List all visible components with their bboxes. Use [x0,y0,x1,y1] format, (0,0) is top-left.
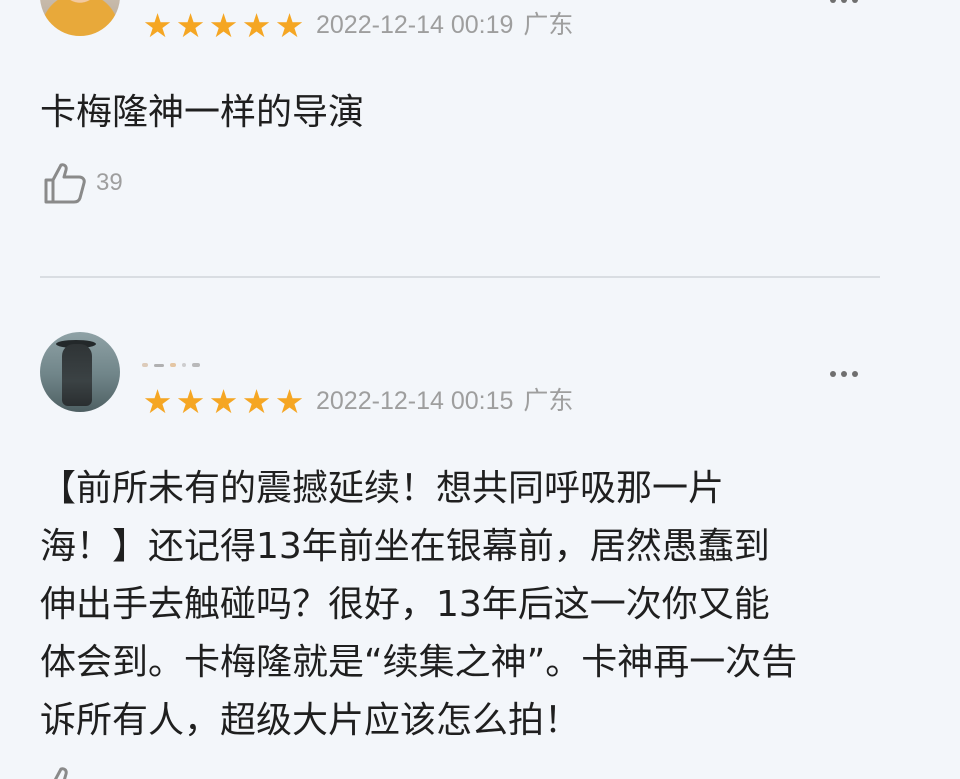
comment-date: 2022-12-14 00:15 [316,387,514,415]
star-icon: ★ [274,6,305,45]
comment-list: ★ ★ ★ ★ ★ 2022-12-14 00:19 广东 卡梅隆神一样的导演 3… [0,0,960,779]
rating-stars: ★ ★ ★ ★ ★ [142,9,305,42]
star-icon: ★ [175,6,206,45]
comment-meta: 2022-12-14 00:15 广东 [316,386,573,416]
star-icon: ★ [142,6,173,45]
comment-text-line: 【前所未有的震撼延续！想共同呼吸那一片 [40,468,725,509]
comment-text-line: 海！】还记得13年前坐在银幕前，居然愚蠢到 [40,526,770,567]
star-icon: ★ [208,6,239,45]
more-options-icon[interactable] [830,371,858,377]
like-count: 39 [96,169,123,196]
star-icon: ★ [241,382,272,421]
username[interactable] [142,352,226,378]
comment-text: 卡梅隆神一样的导演 [40,92,365,133]
comment-location: 广东 [523,387,574,415]
more-options-icon[interactable] [830,0,858,3]
user-avatar[interactable] [40,332,120,412]
user-avatar[interactable] [40,0,120,36]
comment-text-line: 体会到。卡梅隆就是“续集之神”。卡神再一次告 [40,642,798,683]
like-button[interactable] [42,764,88,779]
comment-date: 2022-12-14 00:19 [316,11,514,39]
star-icon: ★ [175,382,206,421]
comment-meta: 2022-12-14 00:19 广东 [316,10,573,40]
star-icon: ★ [142,382,173,421]
thumbs-up-icon [44,163,86,204]
comment-location: 广东 [523,11,574,39]
star-icon: ★ [208,382,239,421]
like-button[interactable]: 39 [42,160,123,206]
star-icon: ★ [274,382,305,421]
comment-divider [40,276,880,278]
comment-text: 【前所未有的震撼延续！想共同呼吸那一片 海！】还记得13年前坐在银幕前，居然愚蠢… [40,460,797,750]
thumbs-up-icon [53,767,68,779]
star-icon: ★ [241,6,272,45]
rating-stars: ★ ★ ★ ★ ★ [142,385,305,418]
comment-text-line: 诉所有人，超级大片应该怎么拍！ [40,700,581,741]
comment-text-line: 伸出手去触碰吗？很好，13年后这一次你又能 [40,584,770,625]
